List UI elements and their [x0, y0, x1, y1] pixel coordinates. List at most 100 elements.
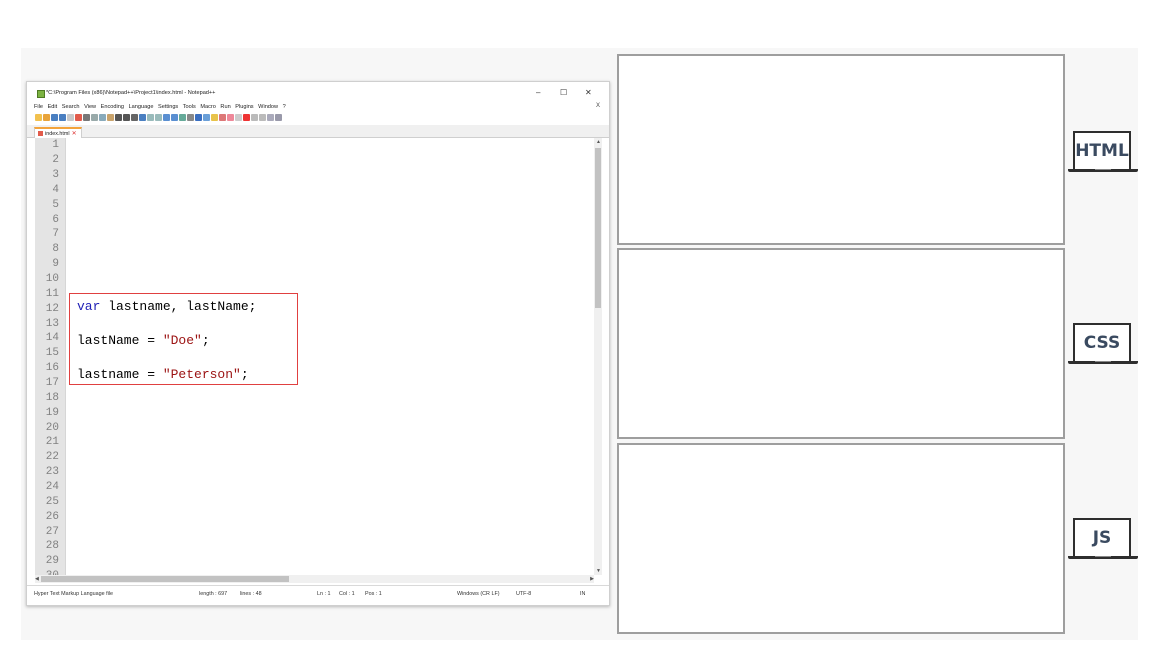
line-number: 25 — [45, 496, 59, 508]
laptop-screen: HTML — [1073, 131, 1131, 169]
show-all-chars-icon[interactable] — [187, 113, 194, 121]
record-macro-icon[interactable] — [243, 113, 250, 121]
menu-file[interactable]: File — [34, 104, 43, 110]
line-number: 22 — [45, 451, 59, 463]
indent-guide-icon[interactable] — [195, 113, 202, 121]
status-ln: Ln : 1 — [317, 591, 331, 597]
stop-macro-icon[interactable] — [251, 113, 258, 121]
line-number: 6 — [52, 214, 59, 226]
minimize-button[interactable]: – — [536, 88, 540, 97]
line-number: 14 — [45, 332, 59, 344]
menu-search[interactable]: Search — [62, 104, 80, 110]
cut-icon[interactable] — [91, 113, 98, 121]
notepadpp-app-icon — [37, 90, 45, 98]
line-number: 16 — [45, 362, 59, 374]
save-icon[interactable] — [51, 113, 58, 121]
line-number: 8 — [52, 243, 59, 255]
tab-index-html[interactable]: index.html ✕ — [34, 127, 82, 138]
menu-edit[interactable]: Edit — [48, 104, 58, 110]
open-file-icon[interactable] — [43, 113, 50, 121]
undo-icon[interactable] — [115, 113, 122, 121]
status-filetype: Hyper Text Markup Language file — [34, 591, 114, 597]
copy-icon[interactable] — [99, 113, 106, 121]
line-number: 15 — [45, 347, 59, 359]
scroll-right-arrow-icon[interactable]: ▶ — [590, 576, 594, 582]
line-number: 26 — [45, 511, 59, 523]
vertical-scroll-thumb[interactable] — [595, 148, 601, 308]
doc-map-icon[interactable] — [203, 113, 210, 121]
status-encoding: UTF-8 — [516, 591, 532, 597]
sync-v-icon[interactable] — [163, 113, 170, 121]
line-number: 17 — [45, 377, 59, 389]
save-all-icon[interactable] — [59, 113, 66, 121]
scroll-up-arrow-icon[interactable]: ▲ — [596, 139, 601, 145]
line-number-gutter: 1 2 3 4 5 6 7 8 9 10 11 12 13 14 15 16 1… — [35, 138, 66, 575]
line-number: 4 — [52, 184, 59, 196]
line-number: 28 — [45, 540, 59, 552]
code-editor[interactable]: 1 2 3 4 5 6 7 8 9 10 11 12 13 14 15 16 1… — [35, 138, 594, 575]
run-macro-multiple-icon[interactable] — [267, 113, 274, 121]
redo-icon[interactable] — [123, 113, 130, 121]
line-number: 1 — [52, 139, 59, 151]
css-laptop-icon: CSS — [1068, 323, 1138, 369]
monitoring-icon[interactable] — [227, 113, 234, 121]
close-file-icon[interactable] — [67, 113, 74, 121]
menu-macro[interactable]: Macro — [200, 104, 216, 110]
zoom-in-icon[interactable] — [147, 113, 154, 121]
maximize-button[interactable]: ☐ — [560, 88, 567, 97]
vertical-scrollbar[interactable]: ▲ ▼ — [594, 138, 602, 575]
menu-help[interactable]: ? — [283, 104, 286, 110]
line-number: 10 — [45, 273, 59, 285]
menu-window[interactable]: Window — [258, 104, 278, 110]
laptop-notch — [1095, 169, 1111, 170]
folder-workspace-icon[interactable] — [219, 113, 226, 121]
line-number: 12 — [45, 303, 59, 315]
close-all-icon[interactable] — [75, 113, 82, 121]
status-length: length : 697 — [199, 591, 228, 597]
menu-settings[interactable]: Settings — [158, 104, 178, 110]
horizontal-scroll-thumb[interactable] — [41, 576, 289, 582]
menu-encoding[interactable]: Encoding — [101, 104, 124, 110]
menu-run[interactable]: Run — [220, 104, 230, 110]
scroll-down-arrow-icon[interactable]: ▼ — [596, 568, 601, 574]
zoom-out-icon[interactable] — [155, 113, 162, 121]
find-icon[interactable] — [131, 113, 138, 121]
line-number: 27 — [45, 526, 59, 538]
tab-close-icon[interactable]: ✕ — [72, 131, 77, 137]
print-icon[interactable] — [83, 113, 90, 121]
js-laptop-icon: JS — [1068, 518, 1138, 564]
close-button[interactable]: ✕ — [585, 88, 592, 97]
status-lines: lines : 48 — [240, 591, 262, 597]
line-number: 3 — [52, 169, 59, 181]
status-eol: Windows (CR LF) — [457, 591, 500, 597]
horizontal-scrollbar[interactable]: ◀ ▶ — [35, 575, 594, 583]
menu-bar: File Edit Search View Encoding Language … — [34, 104, 289, 110]
play-macro-icon[interactable] — [259, 113, 266, 121]
menu-plugins[interactable]: Plugins — [235, 104, 253, 110]
laptop-screen: CSS — [1073, 323, 1131, 361]
word-wrap-icon[interactable] — [179, 113, 186, 121]
save-macro-icon[interactable] — [275, 113, 282, 121]
html-laptop-icon: HTML — [1068, 131, 1138, 177]
line-number: 21 — [45, 436, 59, 448]
file-icon — [38, 131, 43, 136]
line-number: 5 — [52, 199, 59, 211]
eye-icon[interactable] — [235, 113, 242, 121]
sync-h-icon[interactable] — [171, 113, 178, 121]
close-document-button[interactable]: X — [596, 103, 600, 109]
laptop-notch — [1095, 361, 1111, 362]
menu-language[interactable]: Language — [129, 104, 154, 110]
menu-view[interactable]: View — [84, 104, 96, 110]
line-number: 2 — [52, 154, 59, 166]
function-list-icon[interactable] — [211, 113, 218, 121]
laptop-notch — [1095, 556, 1111, 557]
menu-tools[interactable]: Tools — [183, 104, 196, 110]
status-insert-mode: IN — [580, 591, 586, 597]
scroll-left-arrow-icon[interactable]: ◀ — [35, 576, 39, 582]
status-pos: Pos : 1 — [365, 591, 382, 597]
replace-icon[interactable] — [139, 113, 146, 121]
line-number: 11 — [45, 288, 59, 300]
new-file-icon[interactable] — [35, 113, 42, 121]
css-panel — [617, 248, 1065, 439]
paste-icon[interactable] — [107, 113, 114, 121]
